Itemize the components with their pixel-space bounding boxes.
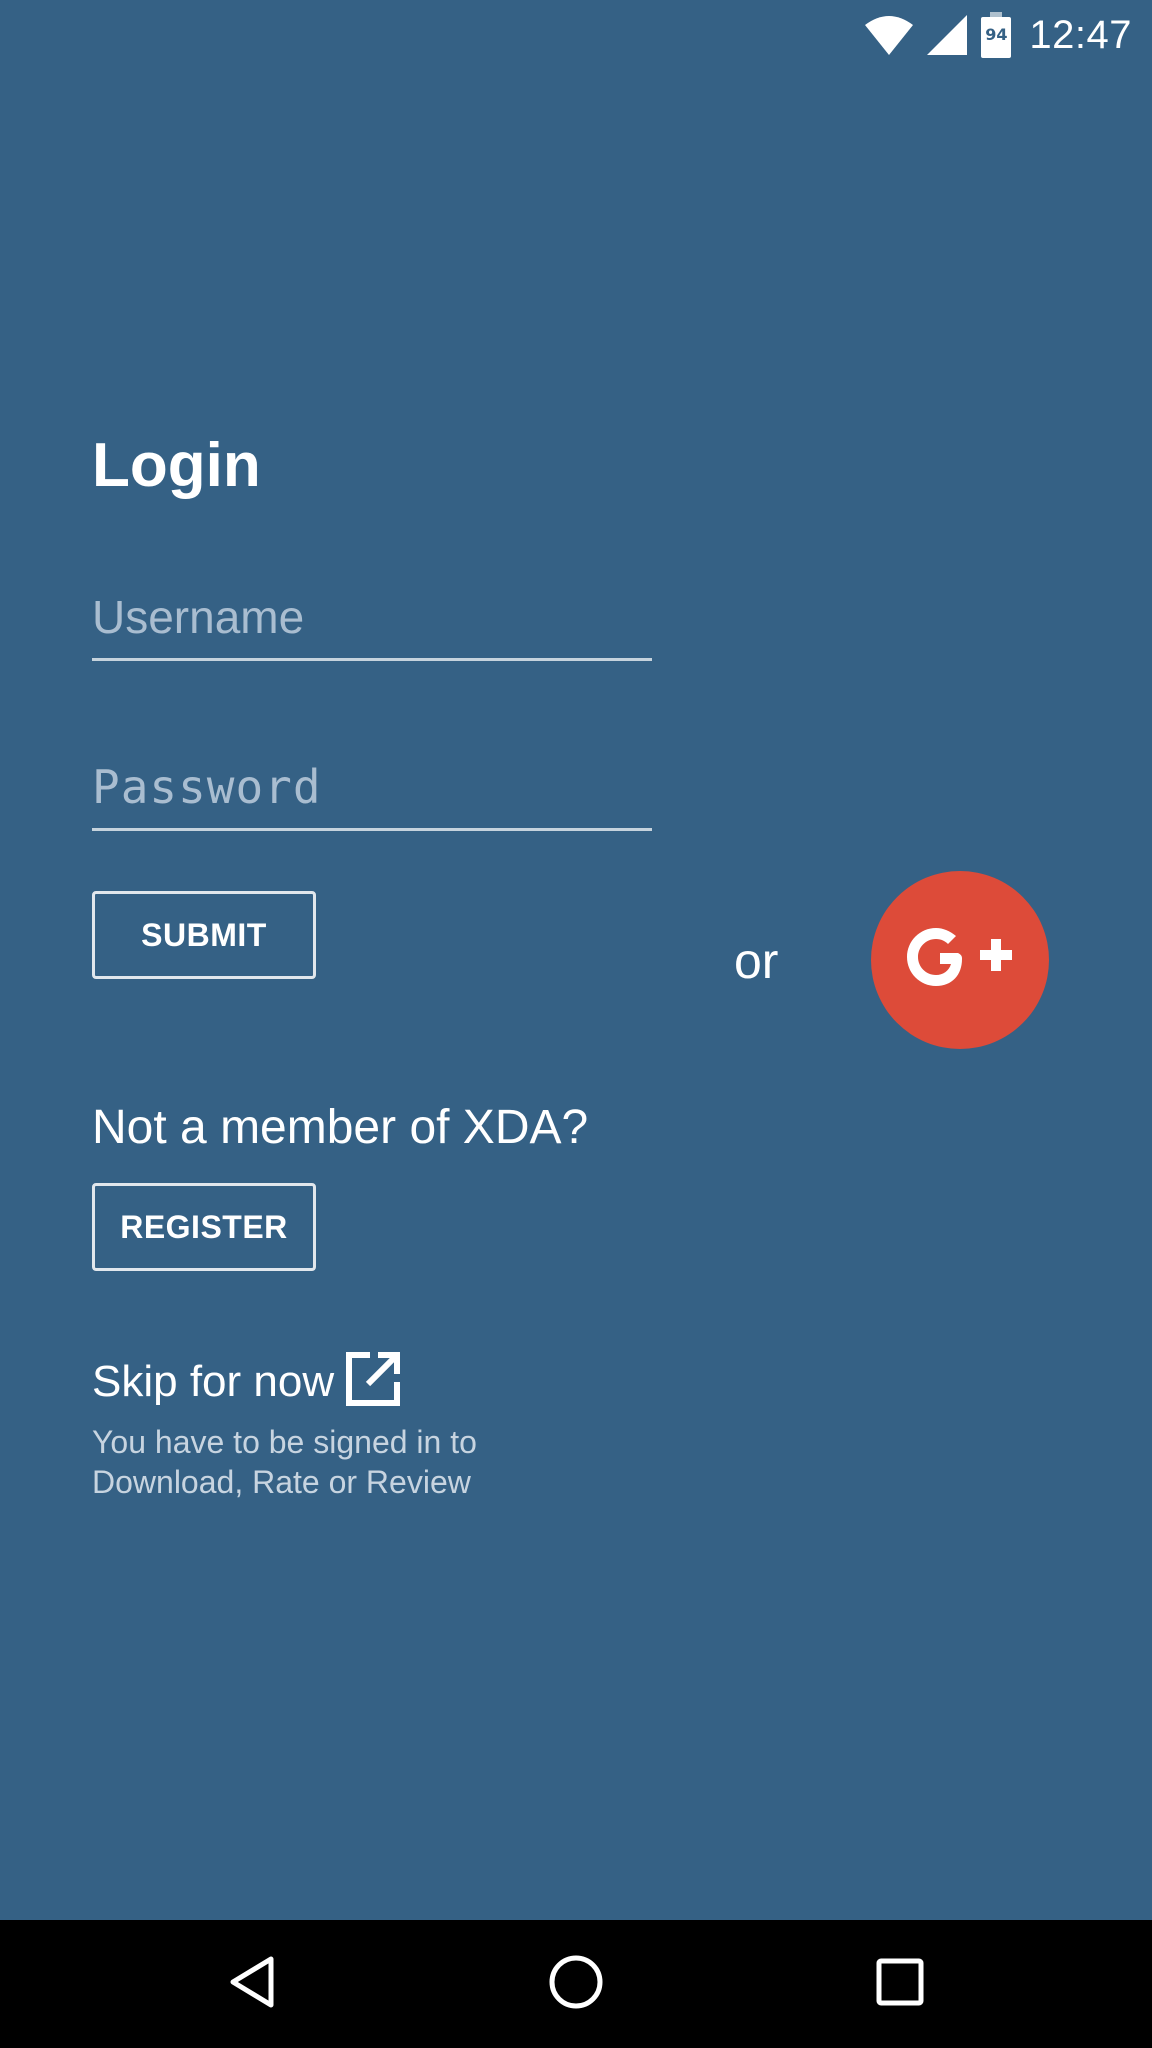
home-button[interactable]: [544, 1952, 608, 2016]
battery-icon: 94: [981, 12, 1012, 58]
cell-signal-icon: [927, 15, 968, 55]
skip-for-now-link[interactable]: Skip for now: [92, 1350, 402, 1413]
clock: 12:47: [1029, 12, 1132, 57]
status-bar: 94 12:47: [0, 0, 1152, 70]
google-plus-button[interactable]: [871, 871, 1049, 1049]
or-label: or: [734, 933, 779, 989]
google-plus-icon: [900, 919, 1020, 1002]
password-field-container: [92, 760, 652, 831]
register-prompt: Not a member of XDA?: [92, 1101, 589, 1154]
username-field-container: [92, 590, 652, 661]
username-input[interactable]: [92, 590, 652, 658]
home-icon: [548, 1954, 604, 2015]
signin-required-note: You have to be signed in to Download, Ra…: [92, 1424, 477, 1500]
skip-label: Skip for now: [92, 1356, 335, 1406]
password-input[interactable]: [92, 760, 652, 828]
battery-level: 94: [985, 25, 1008, 44]
navigation-bar: [0, 1920, 1152, 2048]
recents-button[interactable]: [868, 1952, 932, 2016]
back-button[interactable]: [220, 1952, 284, 2016]
register-button[interactable]: REGISTER: [92, 1183, 316, 1271]
open-in-new-icon: [344, 1350, 402, 1413]
recents-icon: [875, 1957, 925, 2012]
wifi-icon: [865, 15, 914, 55]
page-title: Login: [92, 431, 261, 500]
status-icons: 94 12:47: [865, 8, 1132, 62]
back-icon: [227, 1955, 277, 2014]
submit-button[interactable]: SUBMIT: [92, 891, 316, 979]
